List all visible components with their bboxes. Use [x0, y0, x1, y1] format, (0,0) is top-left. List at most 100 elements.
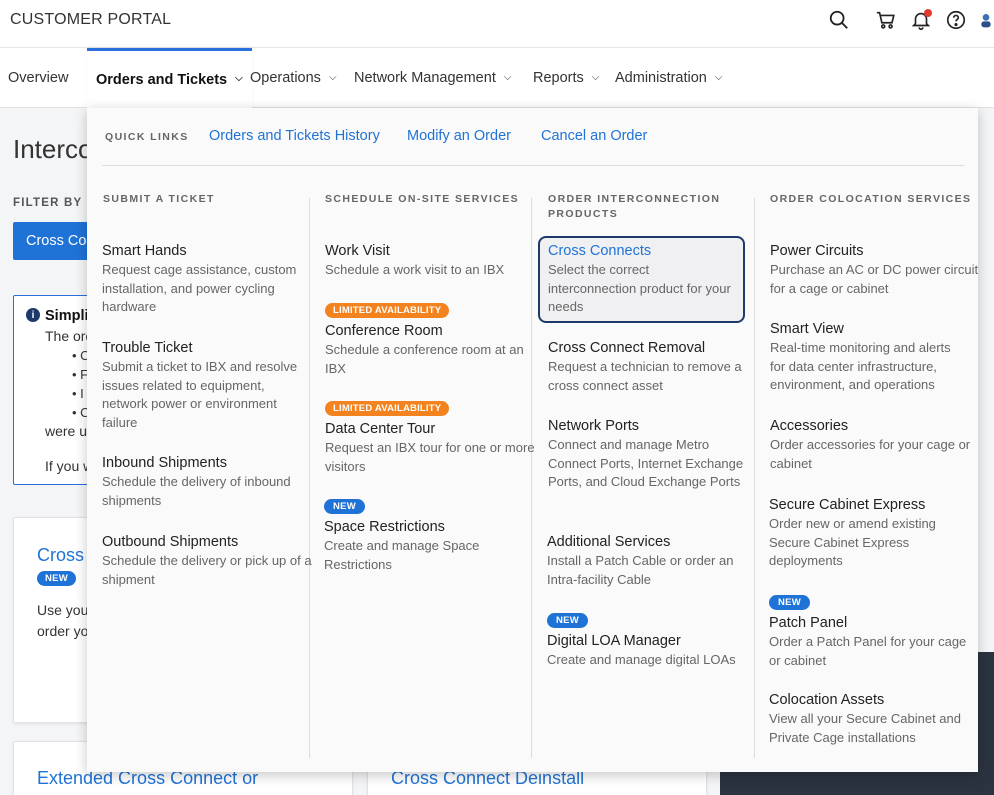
info-bullet: • I — [72, 386, 84, 401]
menu-item-outbound-shipments[interactable]: Outbound Shipments Schedule the delivery… — [102, 533, 312, 589]
bell-icon[interactable] — [909, 8, 933, 32]
nav-overview[interactable]: Overview — [8, 48, 68, 108]
nav-orders-and-tickets[interactable]: Orders and Tickets ⌵ — [87, 48, 252, 108]
menu-item-title: Smart Hands — [102, 243, 187, 259]
menu-item-desc: Schedule the delivery of inbound shipmen… — [102, 474, 291, 508]
card-title[interactable]: Cross — [37, 545, 84, 566]
menu-item-colocation-assets[interactable]: Colocation Assets View all your Secure C… — [769, 691, 969, 747]
menu-item-power-circuits[interactable]: Power Circuits Purchase an AC or DC powe… — [770, 242, 980, 298]
menu-item-data-center-tour[interactable]: LIMITED AVAILABILITY Data Center Tour Re… — [325, 398, 535, 476]
info-text: were u — [45, 423, 88, 439]
menu-item-work-visit[interactable]: Work Visit Schedule a work visit to an I… — [325, 242, 535, 280]
menu-item-inbound-shipments[interactable]: Inbound Shipments Schedule the delivery … — [102, 454, 312, 510]
menu-item-desc: Real-time monitoring and alerts for data… — [770, 340, 951, 392]
divider — [102, 165, 964, 166]
menu-item-desc: Order accessories for your cage or cabin… — [770, 437, 971, 471]
menu-item-secure-cabinet-express[interactable]: Secure Cabinet Express Order new or amen… — [769, 496, 979, 571]
menu-item-title: Conference Room — [325, 323, 443, 339]
notification-dot — [924, 9, 932, 17]
menu-item-title: Secure Cabinet Express — [769, 497, 926, 513]
menu-item-title: Work Visit — [325, 243, 390, 259]
avatar[interactable] — [978, 8, 994, 32]
menu-item-desc: Install a Patch Cable or order an Intra-… — [547, 553, 734, 587]
menu-item-title: Additional Services — [547, 534, 671, 550]
quick-link-cancel-order[interactable]: Cancel an Order — [541, 128, 647, 144]
brand-title[interactable]: CUSTOMER PORTAL — [10, 11, 171, 29]
quick-links-label: QUICK LINKS — [105, 131, 189, 143]
top-header: CUSTOMER PORTAL — [0, 0, 994, 48]
info-icon: i — [26, 308, 40, 322]
main-nav: Overview Orders and Tickets ⌵ Operations… — [0, 48, 994, 108]
menu-item-digital-loa-manager[interactable]: NEW Digital LOA Manager Create and manag… — [547, 610, 757, 670]
menu-item-desc: Create and manage Space Restrictions — [324, 538, 480, 572]
menu-item-title: Power Circuits — [770, 243, 864, 259]
menu-item-patch-panel[interactable]: NEW Patch Panel Order a Patch Panel for … — [769, 592, 979, 670]
menu-item-desc: Request an IBX tour for one or more visi… — [325, 440, 535, 474]
column-divider — [754, 198, 755, 758]
quick-link-orders-history[interactable]: Orders and Tickets History — [209, 128, 380, 144]
new-badge: NEW — [769, 595, 811, 610]
menu-item-desc: Schedule a conference room at an IBX — [325, 342, 524, 376]
nav-label: Reports — [533, 70, 584, 86]
new-badge: NEW — [37, 571, 77, 586]
quick-link-modify-order[interactable]: Modify an Order — [407, 128, 511, 144]
page-title: Interco — [13, 134, 93, 164]
column-heading: SUBMIT A TICKET — [103, 193, 215, 205]
menu-item-smart-hands[interactable]: Smart Hands Request cage assistance, cus… — [102, 242, 312, 317]
menu-item-additional-services[interactable]: Additional Services Install a Patch Cabl… — [547, 533, 757, 589]
menu-item-title: Data Center Tour — [325, 421, 436, 437]
card-text: order yo — [37, 623, 89, 639]
nav-administration[interactable]: Administration ⌵ — [615, 48, 722, 108]
cart-icon[interactable] — [874, 8, 898, 32]
menu-item-title: Smart View — [770, 321, 844, 337]
menu-item-title: Outbound Shipments — [102, 534, 239, 550]
chevron-down-icon: ⌵ — [503, 71, 512, 83]
menu-item-title: Cross Connects — [548, 243, 652, 259]
nav-label: Administration — [615, 70, 707, 86]
menu-item-desc: Select the correct interconnection produ… — [548, 262, 731, 314]
nav-label: Overview — [8, 70, 69, 86]
card-text: Use you — [37, 602, 89, 618]
new-badge: NEW — [324, 499, 366, 514]
filter-label: FILTER BY C — [13, 197, 97, 209]
menu-item-title: Accessories — [770, 418, 849, 434]
chevron-down-icon: ⌵ — [591, 71, 600, 83]
limited-availability-badge: LIMITED AVAILABILITY — [325, 303, 450, 318]
info-text: The ord — [45, 328, 94, 344]
limited-availability-badge: LIMITED AVAILABILITY — [325, 401, 450, 416]
menu-item-desc: View all your Secure Cabinet and Private… — [769, 711, 961, 745]
chevron-down-icon: ⌵ — [714, 71, 723, 83]
nav-operations[interactable]: Operations ⌵ — [250, 48, 337, 108]
menu-item-title: Trouble Ticket — [102, 340, 193, 356]
menu-item-cross-connect-removal[interactable]: Cross Connect Removal Request a technici… — [548, 339, 758, 395]
menu-item-title: Patch Panel — [769, 615, 848, 631]
menu-item-desc: Create and manage digital LOAs — [547, 652, 736, 667]
menu-item-accessories[interactable]: Accessories Order accessories for your c… — [770, 417, 980, 473]
help-icon[interactable] — [944, 8, 968, 32]
menu-item-network-ports[interactable]: Network Ports Connect and manage Metro C… — [548, 417, 748, 492]
menu-item-smart-view[interactable]: Smart View Real-time monitoring and aler… — [770, 320, 965, 395]
menu-item-desc: Submit a ticket to IBX and resolve issue… — [102, 359, 298, 430]
menu-item-desc: Request a technician to remove a cross c… — [548, 359, 742, 393]
column-heading: SCHEDULE ON-SITE SERVICES — [325, 193, 520, 205]
column-divider — [531, 198, 532, 758]
nav-reports[interactable]: Reports ⌵ — [533, 48, 599, 108]
menu-item-cross-connects[interactable]: Cross Connects Select the correct interc… — [538, 236, 745, 323]
column-heading: ORDER COLOCATION SERVICES — [770, 193, 972, 205]
menu-item-desc: Connect and manage Metro Connect Ports, … — [548, 437, 744, 489]
menu-item-desc: Order a Patch Panel for your cage or cab… — [769, 634, 967, 668]
menu-item-space-restrictions[interactable]: NEW Space Restrictions Create and manage… — [324, 496, 534, 574]
orders-mega-menu: QUICK LINKS Orders and Tickets History M… — [87, 108, 978, 772]
menu-item-trouble-ticket[interactable]: Trouble Ticket Submit a ticket to IBX an… — [102, 339, 312, 432]
menu-item-desc: Schedule a work visit to an IBX — [325, 262, 505, 277]
menu-item-conference-room[interactable]: LIMITED AVAILABILITY Conference Room Sch… — [325, 300, 535, 378]
info-text: If you w — [45, 458, 94, 474]
nav-label: Network Management — [354, 70, 496, 86]
menu-item-title: Network Ports — [548, 418, 640, 434]
info-bullet: • F — [72, 367, 89, 382]
search-icon[interactable] — [827, 8, 851, 32]
chevron-down-icon: ⌵ — [328, 71, 337, 83]
nav-network-management[interactable]: Network Management ⌵ — [354, 48, 511, 108]
menu-item-desc: Request cage assistance, custom installa… — [102, 262, 297, 314]
menu-item-title: Cross Connect Removal — [548, 340, 706, 356]
